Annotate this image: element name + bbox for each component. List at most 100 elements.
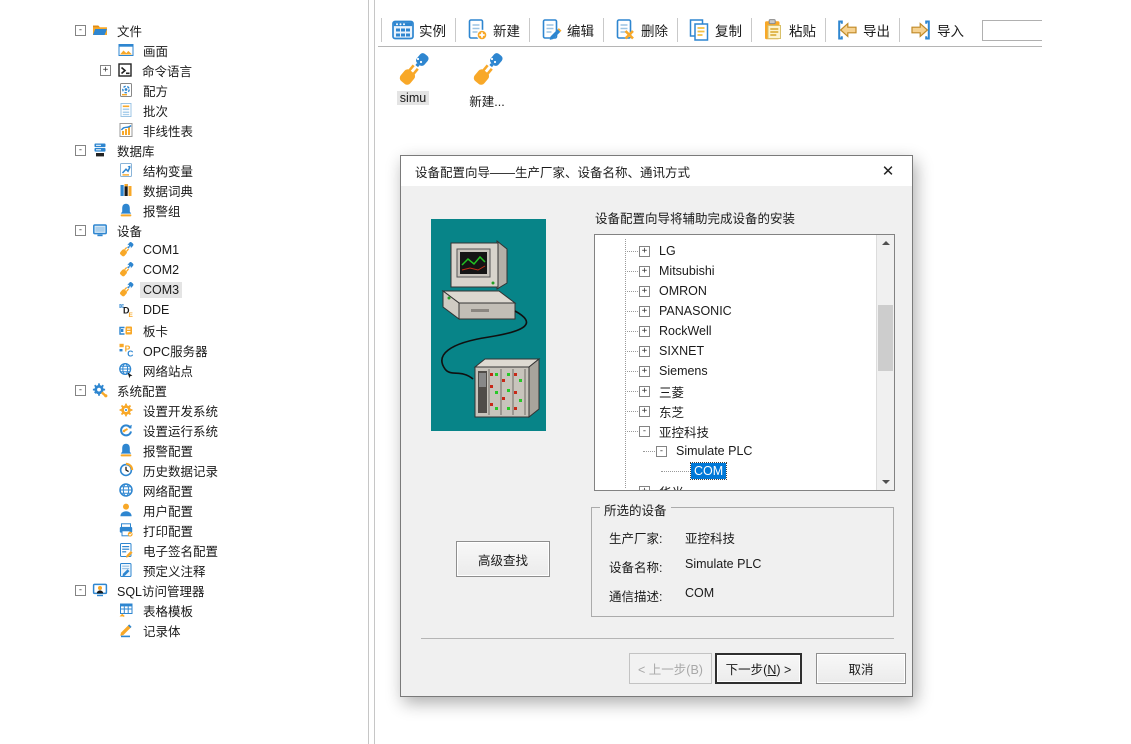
device-item[interactable]: simu [388,52,438,110]
scroll-down-icon[interactable] [877,474,894,490]
manufacturer-item[interactable]: -亚控科技 [595,421,877,441]
scrollbar[interactable] [876,235,894,490]
sidebar-item-command-language[interactable]: +命令语言 [0,60,368,80]
advanced-search-button[interactable]: 高级查找 [456,541,550,577]
tree-connector [625,411,638,412]
sidebar-item-struct-variable[interactable]: 结构变量 [0,160,368,180]
sidebar-item-dde[interactable]: DDEDDE [0,300,368,320]
manufacturer-item[interactable]: COM [595,461,877,481]
instance-button[interactable]: 实例 [385,18,452,42]
expand-toggle-icon[interactable]: + [639,246,650,257]
search-input[interactable] [982,20,1042,41]
group-title: 所选的设备 [600,500,671,519]
collapse-toggle-icon[interactable]: - [75,385,86,396]
cancel-button[interactable]: 取消 [816,653,906,684]
sidebar-item-history-record[interactable]: 历史数据记录 [0,460,368,480]
sidebar-item-data-dictionary[interactable]: 数据词典 [0,180,368,200]
sidebar-item-label: 报警组 [140,200,184,221]
sidebar-item-device[interactable]: -设备 [0,220,368,240]
manufacturer-item[interactable]: +PANASONIC [595,301,877,321]
manufacturer-item[interactable]: +Mitsubishi [595,261,877,281]
manufacturer-item[interactable]: + RockWell [595,321,877,341]
expand-toggle-icon[interactable]: + [639,406,650,417]
manufacturer-item[interactable]: +东芝 [595,401,877,421]
sidebar-item-label: 数据库 [114,140,158,161]
sidebar-item-alarm-group[interactable]: 报警组 [0,200,368,220]
paste-button[interactable]: 粘贴 [755,18,822,42]
sidebar-item-table-template[interactable]: 表格模板 [0,600,368,620]
sidebar-item-system-config[interactable]: -系统配置 [0,380,368,400]
sidebar-item-esign-config[interactable]: 电子签名配置 [0,540,368,560]
manufacturer-item[interactable]: +三菱 [595,381,877,401]
device-item[interactable]: 新建... [462,52,512,110]
collapse-toggle-icon[interactable]: - [639,426,650,437]
collapse-toggle-icon[interactable]: - [75,25,86,36]
next-button[interactable]: 下一步(N) > [715,653,802,684]
expand-toggle-icon[interactable]: + [639,366,650,377]
delete-button[interactable]: 删除 [607,18,674,42]
copy-button[interactable]: 复制 [681,18,748,42]
sidebar-item-sql-manager[interactable]: -SQL访问管理器 [0,580,368,600]
sidebar-item-run-system[interactable]: 设置运行系统 [0,420,368,440]
esign-icon [118,542,134,558]
tb-edit-icon [539,18,563,42]
sidebar-item-predefined-comment[interactable]: 预定义注释 [0,560,368,580]
sidebar-item-network-config[interactable]: 网络配置 [0,480,368,500]
manufacturer-item[interactable]: +OMRON [595,281,877,301]
sidebar-item-file[interactable]: -文件 [0,20,368,40]
sidebar-item-record-body[interactable]: 记录体 [0,620,368,640]
sidebar-item-nonlinear-table[interactable]: 非线性表 [0,120,368,140]
expand-toggle-icon[interactable]: + [639,386,650,397]
manufacturer-label: RockWell [656,323,715,339]
export-button[interactable]: 导出 [829,18,896,42]
device-icon [92,222,108,238]
sidebar-item-label: 数据词典 [140,180,196,201]
collapse-toggle-icon[interactable]: - [656,446,667,457]
back-button[interactable]: < 上一步(B) [629,653,712,684]
sidebar-item-batch[interactable]: 批次 [0,100,368,120]
collapse-toggle-icon[interactable]: - [75,585,86,596]
scroll-thumb[interactable] [878,305,893,371]
sidebar-item-com2[interactable]: COM2 [0,260,368,280]
manufacturer-item[interactable]: +LG [595,241,877,261]
sidebar-item-recipe[interactable]: 配方 [0,80,368,100]
toolbar-separator [899,18,900,42]
manufacturer-item[interactable]: -Simulate PLC [595,441,877,461]
sidebar-item-com3[interactable]: COM3 [0,280,368,300]
manufacturer-item[interactable]: +Siemens [595,361,877,381]
expand-toggle-icon[interactable]: + [639,346,650,357]
expand-toggle-icon[interactable]: + [639,486,650,491]
sidebar-item-print-config[interactable]: 打印配置 [0,520,368,540]
expand-toggle-icon[interactable]: + [100,65,111,76]
close-icon[interactable]: ✕ [870,158,906,183]
expand-toggle-icon[interactable]: + [639,286,650,297]
opc-icon: PC [118,342,134,358]
toolbar-button-label: 新建 [493,20,520,40]
sidebar-item-user-config[interactable]: 用户配置 [0,500,368,520]
edit-button[interactable]: 编辑 [533,18,600,42]
expand-toggle-icon[interactable]: + [639,306,650,317]
manufacturer-item[interactable]: +SIXNET [595,341,877,361]
scroll-up-icon[interactable] [877,235,894,251]
panel-splitter[interactable] [368,0,375,744]
manufacturer-tree: +LG+Mitsubishi+OMRON+PANASONIC+RockWell+… [595,235,877,490]
sidebar-item-screen[interactable]: 画面 [0,40,368,60]
field-label: 通信描述: [609,586,685,605]
sidebar-item-board-card[interactable]: 板卡 [0,320,368,340]
sidebar-item-dev-system[interactable]: 设置开发系统 [0,400,368,420]
collapse-toggle-icon[interactable]: - [75,145,86,156]
import-button[interactable]: 导入 [903,18,970,42]
expand-toggle-icon[interactable]: + [639,266,650,277]
sidebar-item-network-station[interactable]: 网络站点 [0,360,368,380]
sidebar-item-alarm-config[interactable]: 报警配置 [0,440,368,460]
expand-toggle-icon[interactable]: + [639,326,650,337]
sidebar-item-opc-server[interactable]: PCOPC服务器 [0,340,368,360]
sidebar-item-com1[interactable]: COM1 [0,240,368,260]
collapse-toggle-icon[interactable]: - [75,225,86,236]
tb-delete-icon [613,18,637,42]
tabletpl-icon [118,602,134,618]
dialog-titlebar[interactable]: 设备配置向导——生产厂家、设备名称、通讯方式 ✕ [401,156,912,186]
sidebar-item-database[interactable]: - 数据库 [0,140,368,160]
manufacturer-item[interactable]: +华光 [595,481,877,490]
new-button[interactable]: 新建 [459,18,526,42]
